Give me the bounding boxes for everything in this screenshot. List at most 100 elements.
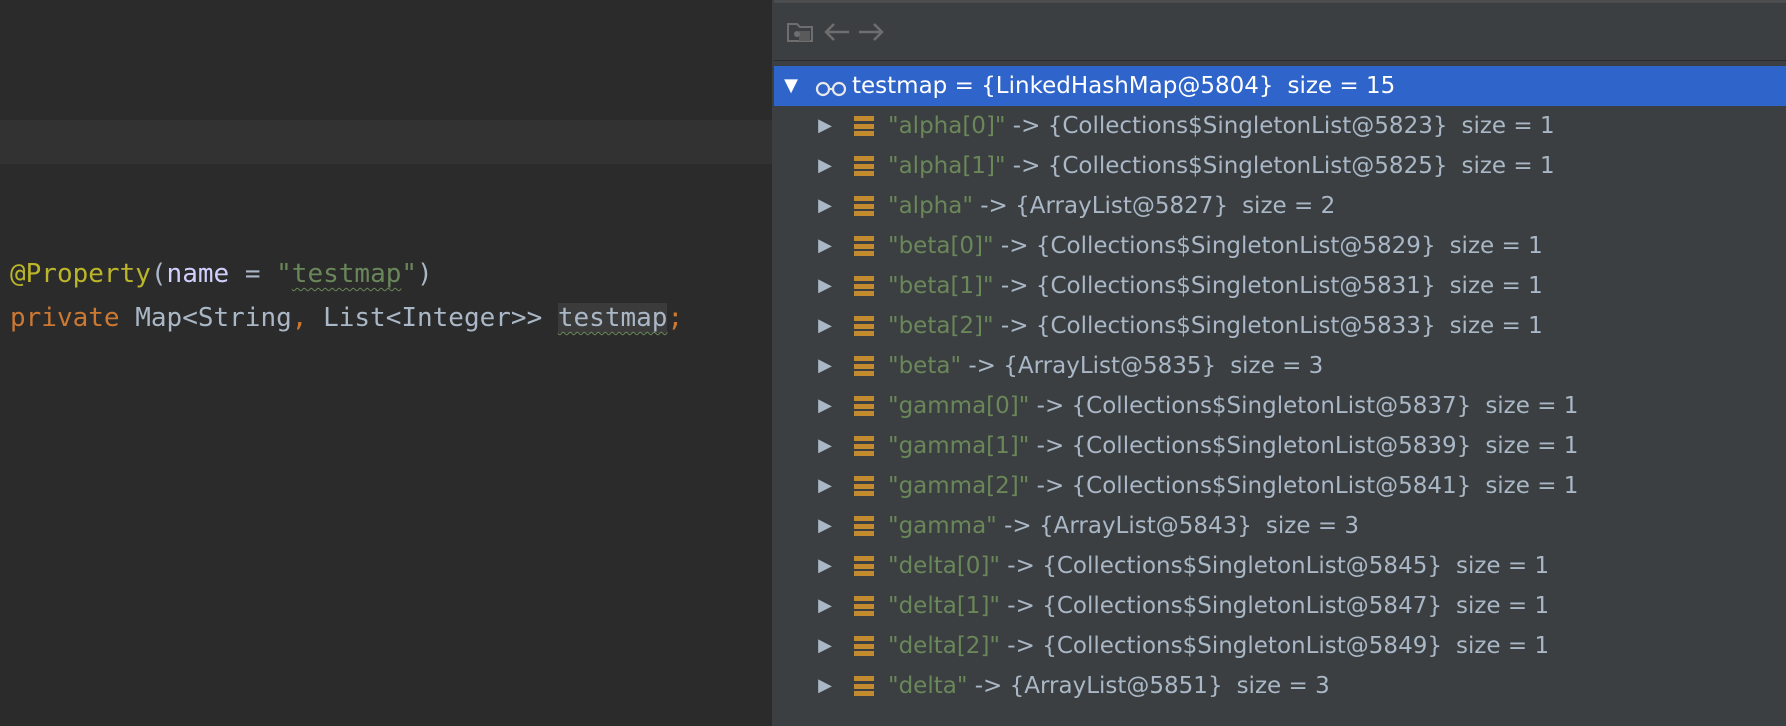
tree-row-testmap[interactable]: ▼ testmap = {LinkedHashMap@5804} size = 1… bbox=[774, 66, 1786, 106]
annotation-token: @Property bbox=[10, 259, 151, 289]
entry-value: {Collections$SingletonList@5833} bbox=[1035, 313, 1436, 339]
tree-row-entry[interactable]: ▶ "delta[2]" -> {Collections$SingletonLis… bbox=[774, 626, 1786, 666]
entry-label: "alpha[0]" -> {Collections$SingletonList… bbox=[888, 106, 1555, 146]
tree-row-entry[interactable]: ▶ "beta[2]" -> {Collections$SingletonList… bbox=[774, 306, 1786, 346]
entry-size: size = 2 bbox=[1242, 193, 1336, 219]
entry-key: "beta[2]" bbox=[888, 313, 994, 339]
code-line-field-declaration[interactable]: private Map<String, List<Integer>> testm… bbox=[10, 296, 683, 340]
entry-value: {Collections$SingletonList@5831} bbox=[1035, 273, 1436, 299]
entry-size: size = 1 bbox=[1455, 593, 1550, 619]
entry-arrow: -> bbox=[961, 353, 1004, 379]
tree-row-entry[interactable]: ▶ "delta[0]" -> {Collections$SingletonLis… bbox=[774, 546, 1786, 586]
expand-triangle-right-icon[interactable]: ▶ bbox=[814, 666, 836, 706]
map-entry-icon bbox=[854, 676, 874, 696]
string-literal-token: testmap bbox=[291, 259, 402, 289]
root-label: testmap = {LinkedHashMap@5804} size = 15 bbox=[852, 66, 1395, 106]
expand-triangle-right-icon[interactable]: ▶ bbox=[814, 426, 836, 466]
entry-arrow: -> bbox=[1029, 473, 1072, 499]
entry-value: {Collections$SingletonList@5829} bbox=[1035, 233, 1436, 259]
entry-key: "gamma[0]" bbox=[888, 393, 1030, 419]
tree-row-entry[interactable]: ▶ "alpha[0]" -> {Collections$SingletonLis… bbox=[774, 106, 1786, 146]
expand-triangle-right-icon[interactable]: ▶ bbox=[814, 266, 836, 306]
expand-triangle-right-icon[interactable]: ▶ bbox=[814, 106, 836, 146]
entry-label: "gamma[1]" -> {Collections$SingletonList… bbox=[888, 426, 1578, 466]
forward-arrow-icon[interactable] bbox=[854, 15, 888, 49]
tree-row-entry[interactable]: ▶ "beta[1]" -> {Collections$SingletonList… bbox=[774, 266, 1786, 306]
entry-size: size = 1 bbox=[1461, 153, 1555, 179]
tree-row-entry[interactable]: ▶ "delta" -> {ArrayList@5851} size = 3 bbox=[774, 666, 1786, 706]
expand-triangle-right-icon[interactable]: ▶ bbox=[814, 586, 836, 626]
entry-size: size = 1 bbox=[1461, 113, 1555, 139]
root-size: size = 15 bbox=[1287, 73, 1396, 99]
entry-value: {Collections$SingletonList@5849} bbox=[1042, 633, 1442, 659]
map-entry-icon bbox=[854, 636, 874, 656]
entry-size: size = 1 bbox=[1455, 553, 1550, 579]
variables-tree: ▼ testmap = {LinkedHashMap@5804} size = 1… bbox=[774, 66, 1786, 706]
entry-label: "beta[2]" -> {Collections$SingletonList@… bbox=[888, 306, 1543, 346]
map-entry-icon bbox=[854, 556, 874, 576]
entry-value: {Collections$SingletonList@5837} bbox=[1071, 393, 1472, 419]
entry-key: "gamma[2]" bbox=[888, 473, 1030, 499]
entry-value: {ArrayList@5843} bbox=[1038, 513, 1252, 539]
map-entry-icon bbox=[854, 276, 874, 296]
map-entry-icon bbox=[854, 116, 874, 136]
entry-size: size = 3 bbox=[1230, 353, 1324, 379]
entry-label: "delta" -> {ArrayList@5851} size = 3 bbox=[888, 666, 1330, 706]
tree-row-entry[interactable]: ▶ "beta[0]" -> {Collections$SingletonList… bbox=[774, 226, 1786, 266]
entry-arrow: -> bbox=[993, 273, 1036, 299]
field-name-token[interactable]: testmap bbox=[557, 303, 668, 333]
expand-triangle-right-icon[interactable]: ▶ bbox=[814, 226, 836, 266]
expand-triangle-right-icon[interactable]: ▶ bbox=[814, 386, 836, 426]
tree-row-entry[interactable]: ▶ "gamma[2]" -> {Collections$SingletonLis… bbox=[774, 466, 1786, 506]
string-quote-open: " bbox=[276, 259, 292, 289]
back-arrow-icon[interactable] bbox=[820, 15, 854, 49]
entry-value: {Collections$SingletonList@5823} bbox=[1047, 113, 1448, 139]
entry-arrow: -> bbox=[1000, 553, 1043, 579]
root-value: testmap = {LinkedHashMap@5804} bbox=[852, 73, 1274, 99]
expand-triangle-right-icon[interactable]: ▶ bbox=[814, 506, 836, 546]
equals-token: = bbox=[229, 259, 277, 289]
tree-row-entry[interactable]: ▶ "gamma" -> {ArrayList@5843} size = 3 bbox=[774, 506, 1786, 546]
entry-size: size = 1 bbox=[1449, 273, 1543, 299]
entry-key: "delta[1]" bbox=[888, 593, 1000, 619]
entry-arrow: -> bbox=[1029, 393, 1072, 419]
tree-row-entry[interactable]: ▶ "alpha" -> {ArrayList@5827} size = 2 bbox=[774, 186, 1786, 226]
variables-toolbar bbox=[774, 3, 1786, 61]
param-name-token: name bbox=[166, 259, 230, 289]
expand-triangle-right-icon[interactable]: ▶ bbox=[814, 346, 836, 386]
tree-row-entry[interactable]: ▶ "gamma[0]" -> {Collections$SingletonLis… bbox=[774, 386, 1786, 426]
entry-key: "beta" bbox=[888, 353, 962, 379]
entry-value: {Collections$SingletonList@5845} bbox=[1042, 553, 1442, 579]
map-entry-icon bbox=[854, 196, 874, 216]
entry-arrow: -> bbox=[1029, 433, 1072, 459]
entry-key: "delta[2]" bbox=[888, 633, 1000, 659]
entry-size: size = 3 bbox=[1236, 673, 1330, 699]
tree-row-entry[interactable]: ▶ "alpha[1]" -> {Collections$SingletonLis… bbox=[774, 146, 1786, 186]
tree-row-entry[interactable]: ▶ "beta" -> {ArrayList@5835} size = 3 bbox=[774, 346, 1786, 386]
entry-label: "delta[1]" -> {Collections$SingletonList… bbox=[888, 586, 1549, 626]
expand-triangle-right-icon[interactable]: ▶ bbox=[814, 626, 836, 666]
tree-row-entry[interactable]: ▶ "delta[1]" -> {Collections$SingletonLis… bbox=[774, 586, 1786, 626]
map-entry-icon bbox=[854, 596, 874, 616]
entry-size: size = 1 bbox=[1485, 393, 1579, 419]
entry-label: "delta[0]" -> {Collections$SingletonList… bbox=[888, 546, 1549, 586]
expand-triangle-down-icon[interactable]: ▼ bbox=[780, 66, 802, 106]
code-editor[interactable]: @Property(name = "testmap") private Map<… bbox=[0, 0, 772, 726]
entry-arrow: -> bbox=[993, 233, 1036, 259]
code-line-annotation[interactable]: @Property(name = "testmap") bbox=[10, 252, 433, 296]
entry-label: "delta[2]" -> {Collections$SingletonList… bbox=[888, 626, 1549, 666]
expand-triangle-right-icon[interactable]: ▶ bbox=[814, 466, 836, 506]
entry-key: "alpha[1]" bbox=[888, 153, 1006, 179]
folder-icon[interactable] bbox=[784, 15, 818, 49]
entry-arrow: -> bbox=[996, 513, 1039, 539]
expand-triangle-right-icon[interactable]: ▶ bbox=[814, 186, 836, 226]
expand-triangle-right-icon[interactable]: ▶ bbox=[814, 546, 836, 586]
expand-triangle-right-icon[interactable]: ▶ bbox=[814, 306, 836, 346]
string-quote-close: " bbox=[401, 259, 418, 289]
entry-arrow: -> bbox=[1005, 153, 1048, 179]
expand-triangle-right-icon[interactable]: ▶ bbox=[814, 146, 836, 186]
entry-value: {ArrayList@5835} bbox=[1003, 353, 1217, 379]
tree-row-entry[interactable]: ▶ "gamma[1]" -> {Collections$SingletonLis… bbox=[774, 426, 1786, 466]
paren-close-token: ) bbox=[417, 259, 433, 289]
entry-key: "alpha[0]" bbox=[888, 113, 1006, 139]
